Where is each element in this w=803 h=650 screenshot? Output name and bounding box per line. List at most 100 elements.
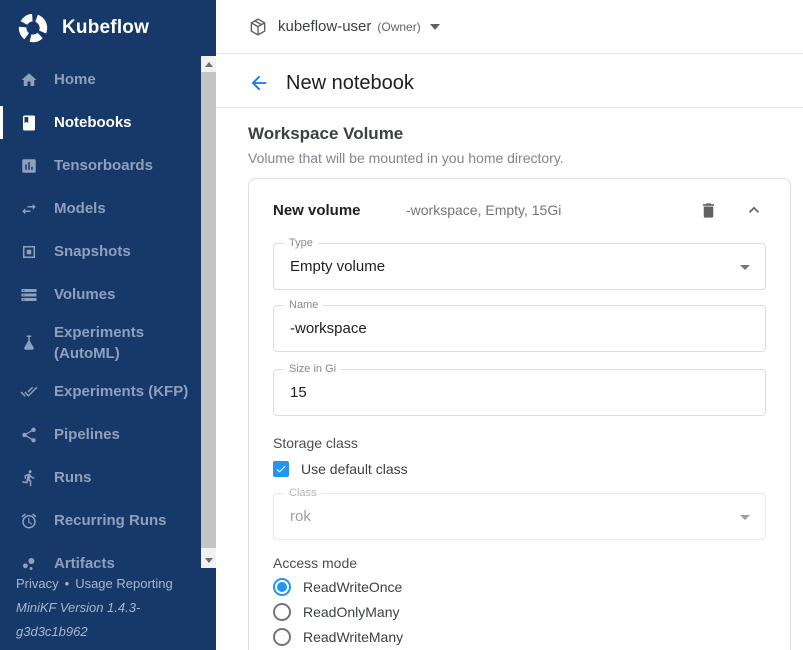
- swap-arrows-icon: [20, 200, 38, 218]
- sidebar-item-label: Experiments (KFP): [54, 383, 188, 400]
- type-label: Type: [284, 237, 318, 250]
- sidebar-item-label: Tensorboards: [54, 157, 153, 174]
- sidebar-item-label: Models: [54, 200, 106, 217]
- radio-dot: [277, 607, 287, 617]
- sidebar-item-home[interactable]: Home: [0, 58, 200, 101]
- sidebar-item-snapshots[interactable]: Snapshots: [0, 230, 200, 273]
- use-default-class-row[interactable]: Use default class: [273, 461, 766, 477]
- radio-readwritemany[interactable]: [273, 628, 291, 646]
- notebook-icon: [20, 114, 38, 132]
- use-default-class-label: Use default class: [301, 461, 408, 477]
- radio-label: ReadOnlyMany: [303, 604, 400, 620]
- sidebar-item-experiments-kfp[interactable]: Experiments (KFP): [0, 370, 200, 413]
- flask-icon: [20, 334, 38, 352]
- storage-class-label: Storage class: [273, 435, 766, 451]
- sidebar-item-experiments-automl[interactable]: Experiments (AutoML): [0, 316, 200, 370]
- class-select: Class rok: [273, 493, 766, 540]
- usage-reporting-link[interactable]: Usage Reporting: [75, 576, 173, 591]
- logo-area[interactable]: Kubeflow: [0, 0, 216, 56]
- name-label: Name: [284, 299, 323, 312]
- sidebar-nav: Home Notebooks Tensorboards Models: [0, 58, 200, 585]
- class-label: Class: [284, 487, 322, 500]
- volume-card-header[interactable]: New volume -workspace, Empty, 15Gi: [273, 193, 766, 227]
- radio-readwriteonce[interactable]: [273, 578, 291, 596]
- radio-dot: [277, 582, 287, 592]
- sidebar-item-notebooks[interactable]: Notebooks: [0, 101, 200, 144]
- volume-summary: -workspace, Empty, 15Gi: [406, 202, 696, 218]
- use-default-class-checkbox[interactable]: [273, 461, 289, 477]
- triangle-down-icon: [205, 558, 213, 563]
- alarm-clock-icon: [20, 512, 38, 530]
- size-field: Size in Gi: [273, 369, 766, 416]
- delete-volume-button[interactable]: [696, 198, 720, 222]
- sidebar: Kubeflow Home Notebooks Tensorboards: [0, 0, 216, 650]
- sidebar-item-label: Recurring Runs: [54, 512, 167, 529]
- select-caret-icon: [740, 265, 750, 270]
- collapse-volume-button[interactable]: [742, 198, 766, 222]
- active-indicator: [0, 106, 3, 139]
- done-all-icon: [20, 383, 38, 401]
- app-window: Kubeflow Home Notebooks Tensorboards: [0, 0, 803, 650]
- bubbles-icon: [20, 555, 38, 573]
- main-content: New notebook Workspace Volume Volume tha…: [216, 54, 803, 650]
- version-line-1: MiniKF Version 1.4.3-: [16, 596, 173, 620]
- triangle-up-icon: [205, 62, 213, 67]
- class-value: rok: [274, 494, 765, 539]
- privacy-link[interactable]: Privacy: [16, 576, 59, 591]
- home-icon: [20, 71, 38, 89]
- sidebar-item-label: Artifacts: [54, 555, 115, 572]
- name-field: Name: [273, 305, 766, 352]
- sidebar-item-pipelines[interactable]: Pipelines: [0, 413, 200, 456]
- section-header: Workspace Volume Volume that will be mou…: [216, 108, 803, 166]
- chevron-up-icon: [744, 200, 764, 220]
- scrollbar-thumb[interactable]: [201, 72, 216, 548]
- access-mode-option-readwriteonce[interactable]: ReadWriteOnce: [273, 578, 766, 596]
- page-title: New notebook: [286, 72, 414, 95]
- kubeflow-logo-icon: [16, 11, 50, 45]
- scroll-up-button[interactable]: [201, 56, 216, 72]
- radio-readonlymany[interactable]: [273, 603, 291, 621]
- sidebar-footer: Privacy • Usage Reporting MiniKF Version…: [16, 576, 173, 644]
- trash-icon: [699, 201, 718, 220]
- top-bar: kubeflow-user (Owner): [216, 0, 803, 54]
- radio-label: ReadWriteMany: [303, 629, 403, 645]
- sidebar-item-volumes[interactable]: Volumes: [0, 273, 200, 316]
- snapshot-icon: [20, 243, 38, 261]
- sidebar-item-label: Pipelines: [54, 426, 120, 443]
- access-mode-option-readonlymany[interactable]: ReadOnlyMany: [273, 603, 766, 621]
- page-header: New notebook: [216, 54, 803, 108]
- check-icon: [275, 463, 287, 475]
- scroll-down-button[interactable]: [201, 552, 216, 568]
- sidebar-item-recurring-runs[interactable]: Recurring Runs: [0, 499, 200, 542]
- size-label: Size in Gi: [284, 363, 341, 376]
- name-input[interactable]: [274, 306, 765, 351]
- type-select[interactable]: Type Empty volume: [273, 243, 766, 290]
- version-line-2: g3d3c1b962: [16, 620, 173, 644]
- volume-title: New volume: [273, 202, 406, 219]
- section-title: Workspace Volume: [248, 124, 803, 144]
- namespace-dropdown-caret-icon[interactable]: [430, 24, 440, 30]
- radio-dot: [277, 632, 287, 642]
- sidebar-item-label: Notebooks: [54, 114, 132, 131]
- radio-label: ReadWriteOnce: [303, 579, 402, 595]
- arrow-back-icon: [248, 72, 270, 94]
- access-mode-label: Access mode: [273, 555, 766, 571]
- sidebar-item-models[interactable]: Models: [0, 187, 200, 230]
- namespace-role: (Owner): [377, 20, 420, 34]
- sidebar-item-label: Snapshots: [54, 243, 131, 260]
- runner-icon: [20, 469, 38, 487]
- namespace-cube-icon: [248, 17, 268, 37]
- back-button[interactable]: [248, 71, 272, 95]
- sidebar-item-tensorboards[interactable]: Tensorboards: [0, 144, 200, 187]
- sidebar-item-label: Runs: [54, 469, 92, 486]
- chart-box-icon: [20, 157, 38, 175]
- sidebar-scrollbar[interactable]: [201, 56, 216, 568]
- access-mode-option-readwritemany[interactable]: ReadWriteMany: [273, 628, 766, 646]
- volume-card: New volume -workspace, Empty, 15Gi Type …: [248, 178, 791, 650]
- sidebar-item-label: Volumes: [54, 286, 115, 303]
- sidebar-item-runs[interactable]: Runs: [0, 456, 200, 499]
- size-input[interactable]: [274, 370, 765, 415]
- namespace-name[interactable]: kubeflow-user: [278, 18, 371, 35]
- pipeline-graph-icon: [20, 426, 38, 444]
- storage-icon: [20, 286, 38, 304]
